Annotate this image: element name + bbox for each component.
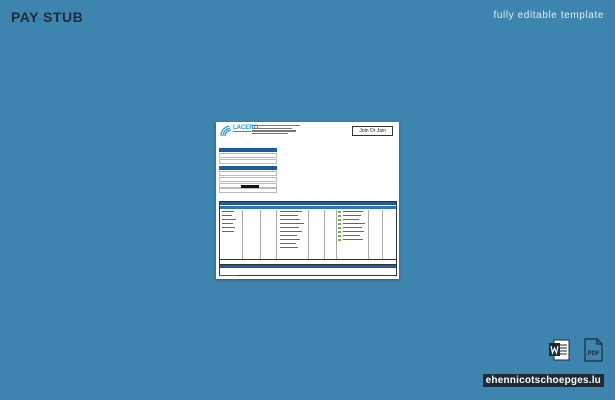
earnings-deductions-table: [219, 201, 397, 265]
pay-stub-preview[interactable]: LACERO Join Or Join: [216, 122, 399, 279]
page-subtitle: fully editable template: [493, 10, 604, 21]
page-title: PAY STUB: [11, 9, 84, 25]
document-footnote: [219, 275, 237, 276]
pdf-icon-label: PDF: [588, 351, 600, 357]
join-button[interactable]: Join Or Join: [352, 126, 393, 136]
company-address: [252, 125, 302, 136]
logo-underline: [233, 131, 251, 132]
logo-icon: [220, 125, 232, 137]
word-icon[interactable]: [548, 338, 570, 362]
brand-watermark: ehennicotschoepges.lu: [482, 374, 604, 387]
totals-footer: [219, 264, 397, 276]
employee-info-block: [219, 148, 277, 194]
pdf-icon[interactable]: PDF: [582, 338, 604, 362]
